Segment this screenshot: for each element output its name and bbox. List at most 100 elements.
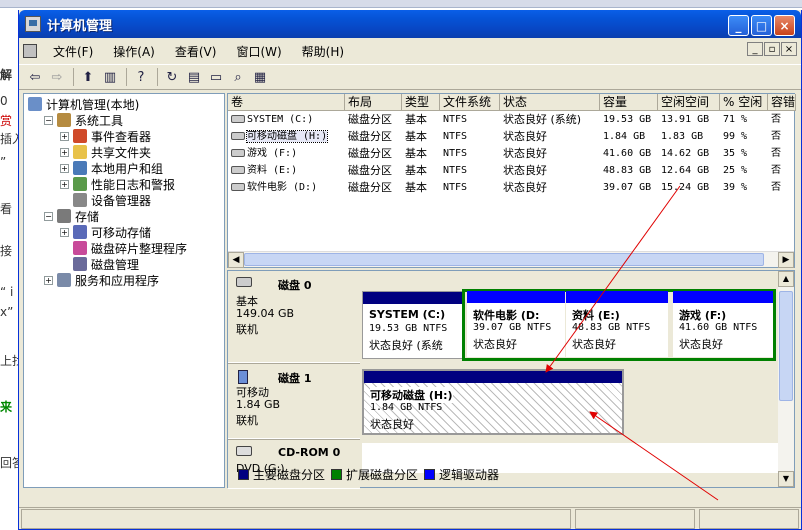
partition-status: 状态良好 xyxy=(679,338,723,351)
vertical-scrollbar[interactable]: ▲ ▼ xyxy=(778,271,794,487)
table-cell[interactable]: 可移动磁盘 (H:) xyxy=(228,129,345,145)
column-header[interactable]: 文件系统 xyxy=(440,94,500,111)
search-icon[interactable]: ⌕ xyxy=(228,67,248,87)
scroll-down-icon[interactable]: ▼ xyxy=(778,471,794,487)
show-hide-tree-icon[interactable]: ▥ xyxy=(100,67,120,87)
tree-item[interactable]: 磁盘管理 xyxy=(60,256,139,272)
menu-view[interactable]: 查看(V) xyxy=(165,43,227,60)
scroll-left-icon[interactable]: ◀ xyxy=(228,252,244,268)
disk-0-status: 联机 xyxy=(236,323,258,336)
menu-help[interactable]: 帮助(H) xyxy=(292,43,354,60)
menu-bar: 文件(F) 操作(A) 查看(V) 窗口(W) 帮助(H) xyxy=(19,40,801,62)
column-header[interactable]: 类型 xyxy=(402,94,440,111)
partition-system-c[interactable]: SYSTEM (C:) 19.53 GB NTFS 状态良好 (系统 xyxy=(362,291,463,359)
expand-icon[interactable]: + xyxy=(60,131,69,141)
table-cell: 否 xyxy=(771,182,781,193)
scroll-up-icon[interactable]: ▲ xyxy=(778,271,794,287)
tree-item[interactable]: 设备管理器 xyxy=(60,192,151,208)
tree-item[interactable]: + 本地用户和组 xyxy=(60,160,163,176)
tree-item[interactable]: + 可移动存储 xyxy=(60,224,151,240)
menu-action[interactable]: 操作(A) xyxy=(103,43,165,60)
tree-item[interactable]: − 存储 xyxy=(44,208,99,224)
system-menu-icon[interactable] xyxy=(23,44,37,58)
mdi-close-button[interactable]: × xyxy=(781,42,797,56)
mdi-minimize-button[interactable]: _ xyxy=(747,42,763,56)
properties-icon[interactable]: ▤ xyxy=(184,67,204,87)
hard-disk-icon xyxy=(236,277,252,287)
toolbar-separator xyxy=(157,68,158,86)
partition-data-e[interactable]: 资料 (E:) 48.83 GB NTFS 状态良好 xyxy=(566,291,668,357)
table-cell: 基本 xyxy=(405,147,427,160)
up-folder-icon[interactable]: ⬆ xyxy=(78,67,98,87)
column-header[interactable]: 容量 xyxy=(600,94,658,111)
expand-icon[interactable]: + xyxy=(60,147,69,157)
partition-removable-h[interactable]: 可移动磁盘 (H:) 1.84 GB NTFS 状态良好 xyxy=(362,369,624,435)
maximize-button[interactable]: □ xyxy=(751,15,772,36)
tools-icon xyxy=(57,113,71,127)
menu-file[interactable]: 文件(F) xyxy=(43,43,103,60)
partition-size: 48.83 GB NTFS xyxy=(572,322,651,333)
partition-games-f[interactable]: 游戏 (F:) 41.60 GB NTFS 状态良好 xyxy=(673,291,773,357)
tree-item[interactable]: + 服务和应用程序 xyxy=(44,272,159,288)
title-bar[interactable]: 计算机管理 _ □ × xyxy=(19,10,801,38)
column-header[interactable]: % 空闲 xyxy=(720,94,768,111)
expand-icon[interactable]: + xyxy=(44,275,53,285)
column-header[interactable]: 卷 xyxy=(228,94,345,111)
expand-icon[interactable]: + xyxy=(60,163,69,173)
table-cell: 71 % xyxy=(723,114,748,125)
disk-1-status: 联机 xyxy=(236,414,258,427)
expand-icon[interactable]: + xyxy=(60,227,69,237)
open-folder-icon[interactable]: ▭ xyxy=(206,67,226,87)
table-cell[interactable]: 软件电影 (D:) xyxy=(228,180,345,196)
removable-storage-icon xyxy=(73,225,87,239)
help-icon[interactable]: ? xyxy=(131,67,151,87)
refresh-icon[interactable]: ↻ xyxy=(162,67,182,87)
volume-icon xyxy=(231,149,245,157)
partition-software-d[interactable]: 软件电影 (D: 39.07 GB NTFS 状态良好 xyxy=(467,291,565,357)
column-header[interactable]: 状态 xyxy=(500,94,600,111)
table-cell: NTFS xyxy=(443,114,468,125)
tree-item[interactable]: + 事件查看器 xyxy=(60,128,151,144)
collapse-icon[interactable]: − xyxy=(44,115,53,125)
disk-1-label[interactable]: 磁盘 1 可移动 1.84 GB 联机 xyxy=(228,363,360,439)
table-cell: 19.53 GB xyxy=(603,114,652,125)
scroll-right-icon[interactable]: ▶ xyxy=(778,252,794,268)
back-icon[interactable]: ⇦ xyxy=(25,67,45,87)
close-button[interactable]: × xyxy=(774,15,795,36)
table-cell[interactable]: 游戏 (F:) xyxy=(228,146,345,162)
column-header[interactable]: 布局 xyxy=(345,94,402,111)
partition-name: SYSTEM (C:) xyxy=(369,308,446,321)
expand-icon[interactable]: + xyxy=(60,179,69,189)
logical-drive-bar xyxy=(566,291,668,303)
tree-item[interactable]: + 共享文件夹 xyxy=(60,144,151,160)
table-cell: 39.07 GB xyxy=(603,182,652,193)
tree-item[interactable]: 磁盘碎片整理程序 xyxy=(60,240,187,256)
tree-item[interactable]: + 性能日志和警报 xyxy=(60,176,175,192)
table-cell: 13.91 GB xyxy=(661,114,710,125)
table-cell: 48.83 GB xyxy=(603,165,652,176)
collapse-icon[interactable]: − xyxy=(44,211,53,221)
volume-name: 游戏 (F:) xyxy=(247,148,298,159)
tree-item[interactable]: 计算机管理(本地) xyxy=(28,96,139,112)
scroll-thumb[interactable] xyxy=(779,291,793,401)
partition-size: 39.07 GB NTFS xyxy=(473,322,552,333)
minimize-button[interactable]: _ xyxy=(728,15,749,36)
tree-item-label: 系统工具 xyxy=(75,113,124,128)
disk-0-label[interactable]: 磁盘 0 基本 149.04 GB 联机 xyxy=(228,271,360,363)
forward-icon[interactable]: ⇨ xyxy=(47,67,67,87)
disk-settings-icon[interactable]: ▦ xyxy=(250,67,270,87)
table-cell[interactable]: 资料 (E:) xyxy=(228,163,345,179)
mdi-restore-button[interactable]: ▫ xyxy=(764,42,780,56)
scroll-thumb[interactable] xyxy=(244,253,764,266)
partition-status: 状态良好 (系统 xyxy=(369,339,443,352)
column-header[interactable]: 容错 xyxy=(768,94,796,111)
toolbar-separator xyxy=(126,68,127,86)
legend-primary: 主要磁盘分区 xyxy=(253,468,326,482)
table-cell[interactable]: SYSTEM (C:) xyxy=(228,112,345,128)
table-cell: 39 % xyxy=(723,182,748,193)
horizontal-scrollbar[interactable]: ◀ ▶ xyxy=(228,251,794,268)
tree-item[interactable]: − 系统工具 xyxy=(44,112,123,128)
table-cell: NTFS xyxy=(443,165,468,176)
column-header[interactable]: 空闲空间 xyxy=(658,94,720,111)
menu-window[interactable]: 窗口(W) xyxy=(226,43,291,60)
